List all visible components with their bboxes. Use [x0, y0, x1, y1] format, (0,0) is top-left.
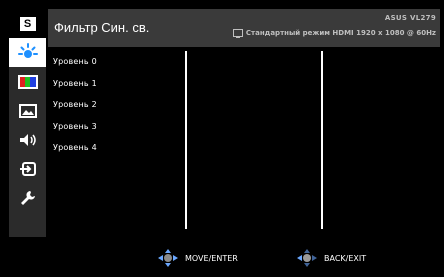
blue-light-icon	[17, 42, 38, 58]
model-name: ASUS VL279	[384, 14, 436, 22]
level-option-1[interactable]: Уровень 1	[53, 79, 97, 88]
splendid-logo-icon: S	[19, 16, 36, 31]
monitor-icon	[232, 29, 243, 38]
main-panel: Уровень 0 Уровень 1 Уровень 2 Уровень 3 …	[48, 47, 440, 237]
color-icon	[17, 74, 38, 89]
back-exit-hint: BACK/EXIT	[294, 249, 366, 267]
osd-frame: S Фильтр Син. св. ASUS VL279 Стандартный…	[0, 0, 444, 277]
column-divider	[185, 51, 187, 229]
sidebar-logo: S	[9, 9, 46, 38]
joystick-move-icon	[155, 249, 181, 267]
sidebar-item-color[interactable]	[9, 67, 46, 96]
sound-icon	[19, 133, 36, 146]
footer: MOVE/ENTER BACK/EXIT	[9, 237, 440, 277]
move-enter-label: MOVE/ENTER	[185, 253, 238, 263]
status-text: Стандартный режим HDMI 1920 x 1080 @ 60H…	[245, 29, 436, 37]
header: Фильтр Син. св. ASUS VL279 Стандартный р…	[48, 9, 440, 47]
level-option-0[interactable]: Уровень 0	[53, 57, 97, 66]
level-option-3[interactable]: Уровень 3	[53, 122, 97, 131]
column-divider	[321, 51, 323, 229]
sidebar-item-system-setup[interactable]	[9, 183, 46, 212]
page-title: Фильтр Син. св.	[54, 20, 150, 35]
level-option-2[interactable]: Уровень 2	[53, 100, 97, 109]
back-exit-label: BACK/EXIT	[324, 253, 367, 263]
sidebar-item-image[interactable]	[9, 96, 46, 125]
move-enter-hint: MOVE/ENTER	[155, 249, 238, 267]
joystick-back-icon	[294, 249, 320, 267]
sidebar-item-blue-light[interactable]	[9, 38, 46, 67]
sidebar-item-sound[interactable]	[9, 125, 46, 154]
wrench-icon	[20, 190, 35, 205]
status-line: Стандартный режим HDMI 1920 x 1080 @ 60H…	[232, 29, 436, 38]
image-icon	[18, 103, 37, 118]
input-select-icon	[19, 161, 36, 176]
sidebar: S	[9, 9, 46, 237]
level-option-4[interactable]: Уровень 4	[53, 143, 97, 152]
sidebar-item-input-select[interactable]	[9, 154, 46, 183]
